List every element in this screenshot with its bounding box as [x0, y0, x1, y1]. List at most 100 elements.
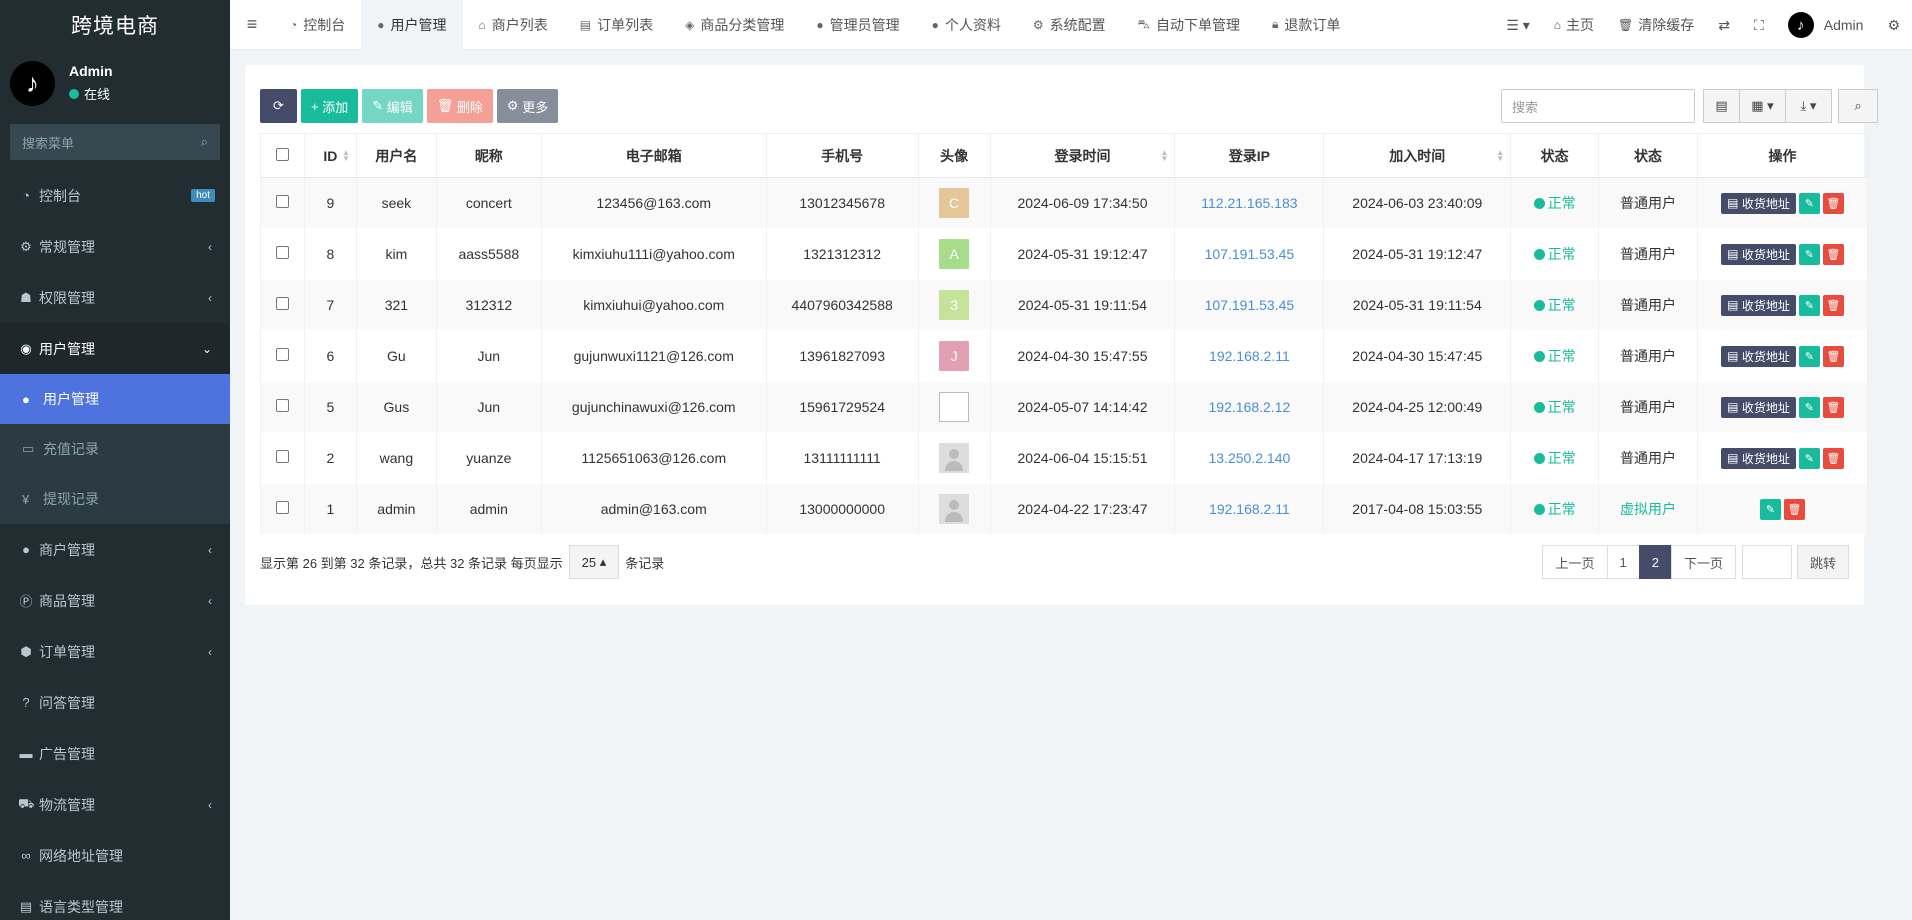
sidebar-item-logistics[interactable]: ⛟ 物流管理 ‹	[0, 779, 230, 830]
row-select-cell[interactable]	[260, 279, 305, 331]
col-join-time[interactable]: 加入时间 ▲ ▼	[1323, 133, 1512, 178]
more-button[interactable]: ⚙ 更多	[496, 89, 559, 123]
row-address-button[interactable]: ▤ 收货地址	[1721, 396, 1796, 418]
sidebar-item-goods[interactable]: Ⓟ 商品管理 ‹	[0, 575, 230, 626]
cell-login-ip[interactable]: 192.168.2.12	[1174, 381, 1325, 433]
status-badge[interactable]: 正常	[1533, 348, 1576, 364]
cell-status[interactable]: 正常	[1510, 177, 1600, 229]
sidebar-item-order[interactable]: ⬢ 订单管理 ‹	[0, 626, 230, 677]
toggle-view-button[interactable]: ▤	[1703, 89, 1740, 123]
language-switch-button[interactable]: ⇄	[1706, 0, 1742, 50]
table-row[interactable]: 1 admin admin admin@163.com 13000000000 2024-…	[260, 483, 1868, 535]
row-address-button[interactable]: ▤ 收货地址	[1721, 294, 1796, 316]
admin-menu[interactable]: ♪ Admin	[1776, 0, 1876, 50]
tab-order-list[interactable]: ▤ 订单列表	[564, 0, 669, 50]
sidebar-item-merchant[interactable]: ● 商户管理 ‹	[0, 524, 230, 575]
row-select-cell[interactable]	[260, 330, 305, 382]
row-edit-button[interactable]: ✎	[1798, 294, 1820, 316]
row-edit-button[interactable]: ✎	[1760, 498, 1781, 520]
sidebar-subitem-recharge[interactable]: ▭ 充值记录	[0, 424, 230, 474]
sidebar-toggle-icon[interactable]: ≡	[230, 0, 274, 50]
tab-dashboard[interactable]: ◔ 控制台	[274, 0, 361, 50]
row-delete-button[interactable]: 🗑︎	[1822, 447, 1844, 469]
jump-page-input[interactable]	[1741, 545, 1792, 579]
table-row[interactable]: 6 Gu Jun gujunwuxi1121@126.com 13961827093 J 2…	[260, 330, 1868, 382]
cell-login-ip[interactable]: 13.250.2.140	[1174, 432, 1325, 484]
row-edit-button[interactable]: ✎	[1798, 192, 1820, 214]
page-size-select[interactable]: 25 ▴	[568, 545, 620, 579]
status-badge[interactable]: 正常	[1533, 399, 1576, 415]
row-delete-button[interactable]: 🗑︎	[1822, 345, 1844, 367]
row-edit-button[interactable]: ✎	[1798, 243, 1820, 265]
sidebar-item-general[interactable]: ⚙ 常规管理 ‹	[0, 221, 230, 272]
cell-login-ip[interactable]: 112.21.165.183	[1174, 177, 1325, 229]
row-edit-button[interactable]: ✎	[1798, 447, 1820, 469]
tab-refund[interactable]: 🔒︎ 退款订单	[1256, 0, 1356, 50]
row-checkbox[interactable]	[275, 246, 289, 259]
row-edit-button[interactable]: ✎	[1798, 396, 1820, 418]
tab-profile[interactable]: ● 个人资料	[916, 0, 1017, 50]
edit-button[interactable]: ✎ 编辑	[362, 89, 423, 123]
sidebar-item-ads[interactable]: ▬ 广告管理	[0, 728, 230, 779]
refresh-button[interactable]: ⟳	[260, 89, 297, 123]
ip-link[interactable]: 107.191.53.45	[1205, 246, 1295, 262]
ip-link[interactable]: 192.168.2.11	[1209, 501, 1290, 517]
select-all-header[interactable]	[260, 133, 305, 178]
select-all-checkbox[interactable]	[275, 147, 289, 161]
settings-button[interactable]: ⚙	[1875, 0, 1912, 50]
cell-status[interactable]: 正常	[1510, 228, 1600, 280]
row-delete-button[interactable]: 🗑︎	[1784, 498, 1805, 520]
row-delete-button[interactable]: 🗑︎	[1822, 396, 1844, 418]
status-badge[interactable]: 正常	[1533, 195, 1576, 211]
tab-user-management[interactable]: ● 用户管理	[361, 0, 463, 50]
cell-status[interactable]: 正常	[1510, 432, 1600, 484]
ip-link[interactable]: 112.21.165.183	[1201, 195, 1297, 211]
status-badge[interactable]: 正常	[1533, 501, 1576, 517]
export-button[interactable]: ⤓ ▾	[1785, 89, 1832, 123]
row-address-button[interactable]: ▤ 收货地址	[1721, 345, 1796, 367]
status-badge[interactable]: 正常	[1533, 450, 1576, 466]
row-address-button[interactable]: ▤ 收货地址	[1721, 192, 1796, 214]
sidebar-subitem-withdraw[interactable]: ¥ 提现记录	[0, 474, 230, 524]
row-delete-button[interactable]: 🗑︎	[1822, 192, 1844, 214]
row-checkbox[interactable]	[275, 297, 289, 310]
columns-button[interactable]: ▦ ▾	[1739, 89, 1786, 123]
cell-status[interactable]: 正常	[1510, 381, 1600, 433]
col-login-time[interactable]: 登录时间 ▲ ▼	[989, 133, 1176, 178]
tab-merchant-list[interactable]: ⌂ 商户列表	[463, 0, 564, 50]
row-address-button[interactable]: ▤ 收货地址	[1721, 447, 1796, 469]
delete-button[interactable]: 🗑︎ 删除	[426, 89, 493, 123]
row-address-button[interactable]: ▤ 收货地址	[1721, 243, 1796, 265]
sidebar-item-auth[interactable]: ☗ 权限管理 ‹	[0, 272, 230, 323]
table-row[interactable]: 7 321 312312 kimxiuhui@yahoo.com 44079603425…	[260, 279, 1868, 331]
row-select-cell[interactable]	[260, 381, 305, 433]
page-1-button[interactable]: 1	[1606, 545, 1640, 579]
ip-link[interactable]: 107.191.53.45	[1205, 297, 1295, 313]
cell-login-ip[interactable]: 192.168.2.11	[1174, 483, 1325, 535]
clear-cache-button[interactable]: 🗑︎ 清除缓存	[1606, 0, 1706, 50]
row-select-cell[interactable]	[260, 228, 305, 280]
sidebar-item-language[interactable]: ▤ 语言类型管理	[0, 881, 230, 920]
table-row[interactable]: 8 kim aass5588 kimxiuhu111i@yahoo.com 132131…	[260, 228, 1868, 280]
row-delete-button[interactable]: 🗑︎	[1822, 243, 1844, 265]
sidebar-item-qa[interactable]: ? 问答管理	[0, 677, 230, 728]
advanced-search-button[interactable]: ⌕	[1838, 89, 1878, 123]
col-id[interactable]: ID ▲ ▼	[303, 133, 357, 178]
row-delete-button[interactable]: 🗑︎	[1822, 294, 1844, 316]
tab-config[interactable]: ⚙ 系统配置	[1017, 0, 1122, 50]
row-checkbox[interactable]	[275, 399, 289, 412]
tab-category[interactable]: ◈ 商品分类管理	[669, 0, 800, 50]
ip-link[interactable]: 13.250.2.140	[1209, 450, 1291, 466]
tabs-menu-button[interactable]: ☰ ▾	[1494, 0, 1541, 50]
jump-button[interactable]: 跳转	[1796, 545, 1849, 579]
row-checkbox[interactable]	[275, 501, 289, 514]
table-row[interactable]: 5 Gus Jun gujunchinawuxi@126.com 15961729524…	[260, 381, 1868, 433]
row-select-cell[interactable]	[260, 177, 305, 229]
status-badge[interactable]: 正常	[1533, 246, 1576, 262]
add-button[interactable]: + 添加	[301, 89, 359, 123]
cell-login-ip[interactable]: 107.191.53.45	[1174, 279, 1325, 331]
sidebar-item-network[interactable]: ∞ 网络地址管理	[0, 830, 230, 881]
prev-page-button[interactable]: 上一页	[1542, 545, 1608, 579]
table-row[interactable]: 2 wang yuanze 1125651063@126.com 13111111111…	[260, 432, 1868, 484]
cell-login-ip[interactable]: 192.168.2.11	[1174, 330, 1325, 382]
